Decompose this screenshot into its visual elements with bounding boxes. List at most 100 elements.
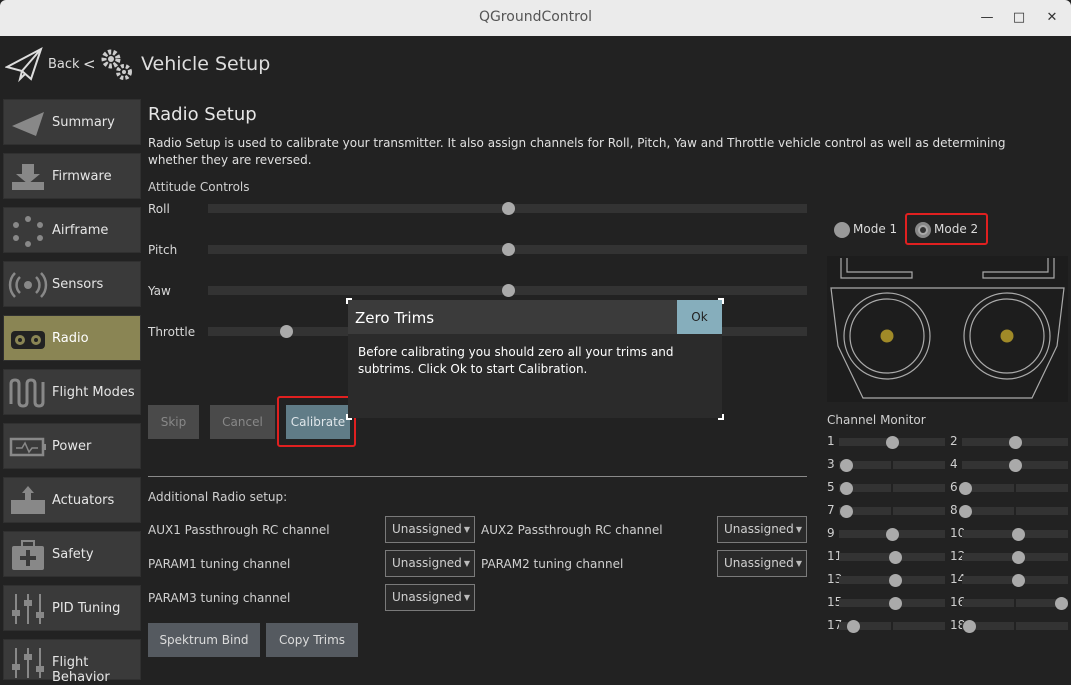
channel-number: 5 bbox=[827, 480, 835, 494]
sidebar-item-firmware[interactable]: Firmware bbox=[3, 153, 141, 199]
flight-modes-icon bbox=[9, 378, 45, 408]
param2-label: PARAM2 tuning channel bbox=[481, 557, 624, 571]
aux2-value: Unassigned bbox=[724, 522, 794, 536]
sliders-icon bbox=[12, 648, 44, 678]
sidebar-item-label: Airframe bbox=[52, 223, 109, 238]
sidebar-item-label: Radio bbox=[52, 331, 89, 346]
paper-plane-logo-icon[interactable] bbox=[5, 45, 43, 83]
channel-knob bbox=[1009, 436, 1022, 449]
sidebar-item-sensors[interactable]: Sensors bbox=[3, 261, 141, 307]
additional-setup-label: Additional Radio setup: bbox=[148, 490, 288, 504]
aux1-select[interactable]: Unassigned ▼ bbox=[385, 516, 475, 543]
page-description: Radio Setup is used to calibrate your tr… bbox=[148, 136, 1006, 167]
sidebar-item-pid-tuning[interactable]: PID Tuning bbox=[3, 585, 141, 631]
zero-trims-dialog: Zero Trims Ok Before calibrating you sho… bbox=[346, 298, 724, 420]
channel-bar bbox=[962, 507, 1068, 515]
skip-button[interactable]: Skip bbox=[148, 405, 199, 439]
sidebar-item-label: PID Tuning bbox=[52, 601, 121, 616]
channel-knob bbox=[840, 459, 854, 472]
sidebar-item-actuators[interactable]: Actuators bbox=[3, 477, 141, 523]
channel-knob bbox=[959, 505, 973, 518]
minimize-icon[interactable]: — bbox=[977, 8, 997, 28]
dropdown-arrow-icon: ▼ bbox=[463, 559, 470, 568]
sidebar-item-label: Sensors bbox=[52, 277, 104, 292]
channel-bar bbox=[839, 507, 945, 515]
aux2-label: AUX2 Passthrough RC channel bbox=[481, 523, 663, 537]
sidebar-item-label: Firmware bbox=[52, 169, 112, 184]
channel-number: 4 bbox=[950, 457, 958, 471]
sidebar-item-safety[interactable]: Safety bbox=[3, 531, 141, 577]
mode2-highlight-box bbox=[905, 213, 988, 245]
spektrum-bind-button[interactable]: Spektrum Bind bbox=[148, 623, 260, 657]
sensors-icon bbox=[8, 272, 48, 298]
left-stick-dot bbox=[880, 329, 894, 343]
sidebar-item-power[interactable]: Power bbox=[3, 423, 141, 469]
channel-knob bbox=[840, 505, 854, 518]
channel-bar bbox=[962, 622, 1068, 630]
sidebar-item-label: Flight Modes bbox=[52, 385, 135, 400]
channel-bar-center bbox=[1014, 484, 1016, 492]
channel-number: 2 bbox=[950, 434, 958, 448]
sidebar: Summary Firmware Airframe Sensors Radio … bbox=[0, 96, 145, 685]
channel-knob bbox=[1009, 459, 1022, 472]
channel-knob bbox=[1054, 597, 1068, 610]
channel-bar-center bbox=[1014, 622, 1016, 630]
channel-knob bbox=[889, 597, 903, 610]
sidebar-item-airframe[interactable]: Airframe bbox=[3, 207, 141, 253]
channel-knob bbox=[889, 551, 903, 564]
close-icon[interactable]: ✕ bbox=[1042, 8, 1062, 28]
channel-bar bbox=[839, 484, 945, 492]
channel-number: 1 bbox=[827, 434, 835, 448]
sidebar-item-label: Actuators bbox=[52, 493, 115, 508]
sidebar-item-summary[interactable]: Summary bbox=[3, 99, 141, 145]
param3-value: Unassigned bbox=[392, 590, 462, 604]
channel-bar bbox=[962, 599, 1068, 607]
cancel-button[interactable]: Cancel bbox=[210, 405, 275, 439]
param1-label: PARAM1 tuning channel bbox=[148, 557, 291, 571]
roll-knob bbox=[501, 202, 515, 215]
param2-select[interactable]: Unassigned ▼ bbox=[717, 550, 807, 577]
dropdown-arrow-icon: ▼ bbox=[795, 525, 802, 534]
aux2-select[interactable]: Unassigned ▼ bbox=[717, 516, 807, 543]
dropdown-arrow-icon: ▼ bbox=[463, 525, 470, 534]
page-title: Radio Setup bbox=[148, 104, 257, 125]
channel-knob bbox=[886, 436, 899, 449]
battery-icon bbox=[9, 437, 46, 457]
sidebar-item-flight-modes[interactable]: Flight Modes bbox=[3, 369, 141, 415]
sliders-icon bbox=[12, 594, 44, 624]
sidebar-item-radio[interactable]: Radio bbox=[3, 315, 141, 361]
dropdown-arrow-icon: ▼ bbox=[795, 559, 802, 568]
safety-icon bbox=[12, 540, 44, 570]
channel-number: 9 bbox=[827, 526, 835, 540]
channel-number: 7 bbox=[827, 503, 835, 517]
pitch-slider bbox=[208, 243, 807, 256]
yaw-knob bbox=[501, 284, 515, 297]
channel-bar-center bbox=[891, 622, 893, 630]
maximize-icon[interactable]: □ bbox=[1009, 8, 1029, 28]
window-titlebar: QGroundControl — □ ✕ bbox=[0, 0, 1071, 36]
corner-mark bbox=[346, 414, 352, 420]
copy-trims-button[interactable]: Copy Trims bbox=[266, 623, 358, 657]
param1-value: Unassigned bbox=[392, 556, 462, 570]
airframe-icon bbox=[13, 216, 43, 247]
topbar: Back < Vehicle Setup bbox=[0, 36, 1071, 94]
ok-button[interactable]: Ok bbox=[677, 300, 722, 334]
sidebar-item-label: Summary bbox=[52, 115, 115, 130]
sidebar-item-flight-behavior[interactable]: Flight Behavior bbox=[3, 639, 141, 685]
breadcrumb-separator: < bbox=[83, 55, 96, 73]
yaw-slider bbox=[208, 284, 807, 297]
param1-select[interactable]: Unassigned ▼ bbox=[385, 550, 475, 577]
param3-select[interactable]: Unassigned ▼ bbox=[385, 584, 475, 611]
channel-knob bbox=[840, 482, 854, 495]
channel-number: 3 bbox=[827, 457, 835, 471]
corner-mark bbox=[718, 298, 724, 304]
corner-mark bbox=[718, 414, 724, 420]
sidebar-item-label: Power bbox=[52, 439, 92, 454]
divider bbox=[148, 476, 807, 477]
dropdown-arrow-icon: ▼ bbox=[463, 593, 470, 602]
param2-value: Unassigned bbox=[724, 556, 794, 570]
back-button[interactable]: Back bbox=[48, 57, 80, 72]
sidebar-item-label: Flight Behavior bbox=[52, 655, 110, 685]
right-stick-dot bbox=[1000, 329, 1014, 343]
yaw-label: Yaw bbox=[148, 284, 171, 298]
